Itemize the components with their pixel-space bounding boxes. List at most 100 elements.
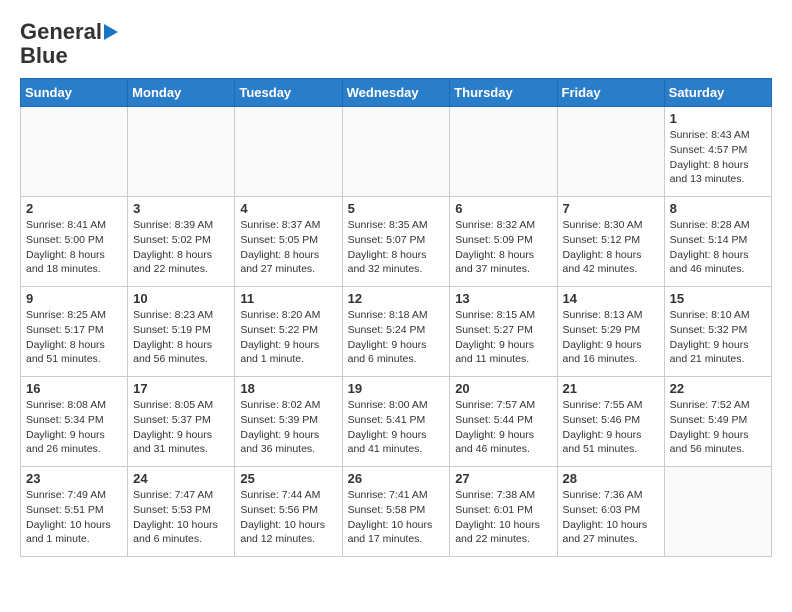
calendar-cell xyxy=(450,107,557,197)
day-number: 9 xyxy=(26,291,122,306)
day-number: 1 xyxy=(670,111,766,126)
calendar-table: SundayMondayTuesdayWednesdayThursdayFrid… xyxy=(20,78,772,557)
day-number: 23 xyxy=(26,471,122,486)
calendar-cell: 3Sunrise: 8:39 AM Sunset: 5:02 PM Daylig… xyxy=(128,197,235,287)
day-of-week-header: Saturday xyxy=(664,79,771,107)
calendar-cell: 5Sunrise: 8:35 AM Sunset: 5:07 PM Daylig… xyxy=(342,197,450,287)
calendar-cell: 12 Sunrise: 8:18 AM Sunset: 5:24 PM Dayli… xyxy=(342,287,450,377)
day-number: 18 xyxy=(240,381,336,396)
calendar-cell xyxy=(557,107,664,197)
calendar-header-row: SundayMondayTuesdayWednesdayThursdayFrid… xyxy=(21,79,772,107)
calendar-week-row: 9 Sunrise: 8:25 AM Sunset: 5:17 PM Daylig… xyxy=(21,287,772,377)
day-number: 26 xyxy=(348,471,445,486)
calendar-cell: 4Sunrise: 8:37 AM Sunset: 5:05 PM Daylig… xyxy=(235,197,342,287)
day-info: Sunrise: 8:15 AM Sunset: 5:27 PM Dayligh… xyxy=(455,308,551,367)
day-info: Sunrise: 8:41 AM Sunset: 5:00 PM Dayligh… xyxy=(26,218,122,277)
calendar-cell: 21Sunrise: 7:55 AM Sunset: 5:46 PM Dayli… xyxy=(557,377,664,467)
day-number: 14 xyxy=(563,291,659,306)
logo-general: General xyxy=(20,20,102,44)
day-info: Sunrise: 8:02 AM Sunset: 5:39 PM Dayligh… xyxy=(240,398,336,457)
day-number: 20 xyxy=(455,381,551,396)
day-info: Sunrise: 7:36 AM Sunset: 6:03 PM Dayligh… xyxy=(563,488,659,547)
day-of-week-header: Friday xyxy=(557,79,664,107)
day-info: Sunrise: 7:47 AM Sunset: 5:53 PM Dayligh… xyxy=(133,488,229,547)
calendar-cell: 28 Sunrise: 7:36 AM Sunset: 6:03 PM Dayli… xyxy=(557,467,664,557)
calendar-cell: 7Sunrise: 8:30 AM Sunset: 5:12 PM Daylig… xyxy=(557,197,664,287)
calendar-cell: 20 Sunrise: 7:57 AM Sunset: 5:44 PM Dayli… xyxy=(450,377,557,467)
day-info: Sunrise: 8:00 AM Sunset: 5:41 PM Dayligh… xyxy=(348,398,445,457)
calendar-cell: 17 Sunrise: 8:05 AM Sunset: 5:37 PM Dayli… xyxy=(128,377,235,467)
page-header: General Blue xyxy=(20,20,772,68)
day-info: Sunrise: 8:08 AM Sunset: 5:34 PM Dayligh… xyxy=(26,398,122,457)
day-info: Sunrise: 8:35 AM Sunset: 5:07 PM Dayligh… xyxy=(348,218,445,277)
day-number: 24 xyxy=(133,471,229,486)
day-info: Sunrise: 8:18 AM Sunset: 5:24 PM Dayligh… xyxy=(348,308,445,367)
calendar-week-row: 16 Sunrise: 8:08 AM Sunset: 5:34 PM Dayli… xyxy=(21,377,772,467)
day-info: Sunrise: 8:30 AM Sunset: 5:12 PM Dayligh… xyxy=(563,218,659,277)
day-info: Sunrise: 7:49 AM Sunset: 5:51 PM Dayligh… xyxy=(26,488,122,547)
calendar-cell: 9 Sunrise: 8:25 AM Sunset: 5:17 PM Daylig… xyxy=(21,287,128,377)
day-info: Sunrise: 8:05 AM Sunset: 5:37 PM Dayligh… xyxy=(133,398,229,457)
day-info: Sunrise: 8:10 AM Sunset: 5:32 PM Dayligh… xyxy=(670,308,766,367)
calendar-cell: 15 Sunrise: 8:10 AM Sunset: 5:32 PM Dayli… xyxy=(664,287,771,377)
day-number: 15 xyxy=(670,291,766,306)
day-number: 28 xyxy=(563,471,659,486)
calendar-cell: 26 Sunrise: 7:41 AM Sunset: 5:58 PM Dayli… xyxy=(342,467,450,557)
day-info: Sunrise: 7:41 AM Sunset: 5:58 PM Dayligh… xyxy=(348,488,445,547)
logo-blue: Blue xyxy=(20,44,68,68)
day-number: 16 xyxy=(26,381,122,396)
day-info: Sunrise: 8:32 AM Sunset: 5:09 PM Dayligh… xyxy=(455,218,551,277)
day-of-week-header: Monday xyxy=(128,79,235,107)
day-info: Sunrise: 7:44 AM Sunset: 5:56 PM Dayligh… xyxy=(240,488,336,547)
calendar-cell: 19 Sunrise: 8:00 AM Sunset: 5:41 PM Dayli… xyxy=(342,377,450,467)
day-info: Sunrise: 8:43 AM Sunset: 4:57 PM Dayligh… xyxy=(670,128,766,187)
day-info: Sunrise: 8:23 AM Sunset: 5:19 PM Dayligh… xyxy=(133,308,229,367)
day-info: Sunrise: 8:13 AM Sunset: 5:29 PM Dayligh… xyxy=(563,308,659,367)
day-of-week-header: Sunday xyxy=(21,79,128,107)
calendar-cell xyxy=(128,107,235,197)
calendar-week-row: 1 Sunrise: 8:43 AM Sunset: 4:57 PM Daylig… xyxy=(21,107,772,197)
day-number: 10 xyxy=(133,291,229,306)
logo-arrow-icon xyxy=(104,24,118,40)
day-number: 13 xyxy=(455,291,551,306)
calendar-week-row: 2Sunrise: 8:41 AM Sunset: 5:00 PM Daylig… xyxy=(21,197,772,287)
day-info: Sunrise: 7:52 AM Sunset: 5:49 PM Dayligh… xyxy=(670,398,766,457)
day-info: Sunrise: 8:25 AM Sunset: 5:17 PM Dayligh… xyxy=(26,308,122,367)
calendar-cell xyxy=(235,107,342,197)
day-number: 17 xyxy=(133,381,229,396)
calendar-cell: 24 Sunrise: 7:47 AM Sunset: 5:53 PM Dayli… xyxy=(128,467,235,557)
day-number: 6 xyxy=(455,201,551,216)
calendar-cell: 2Sunrise: 8:41 AM Sunset: 5:00 PM Daylig… xyxy=(21,197,128,287)
day-info: Sunrise: 7:38 AM Sunset: 6:01 PM Dayligh… xyxy=(455,488,551,547)
day-number: 22 xyxy=(670,381,766,396)
day-number: 27 xyxy=(455,471,551,486)
calendar-cell: 10 Sunrise: 8:23 AM Sunset: 5:19 PM Dayli… xyxy=(128,287,235,377)
day-number: 8 xyxy=(670,201,766,216)
day-number: 19 xyxy=(348,381,445,396)
calendar-cell: 23 Sunrise: 7:49 AM Sunset: 5:51 PM Dayli… xyxy=(21,467,128,557)
day-info: Sunrise: 8:28 AM Sunset: 5:14 PM Dayligh… xyxy=(670,218,766,277)
day-info: Sunrise: 7:57 AM Sunset: 5:44 PM Dayligh… xyxy=(455,398,551,457)
calendar-cell: 25 Sunrise: 7:44 AM Sunset: 5:56 PM Dayli… xyxy=(235,467,342,557)
calendar-cell xyxy=(664,467,771,557)
day-of-week-header: Thursday xyxy=(450,79,557,107)
calendar-week-row: 23 Sunrise: 7:49 AM Sunset: 5:51 PM Dayli… xyxy=(21,467,772,557)
calendar-cell: 22 Sunrise: 7:52 AM Sunset: 5:49 PM Dayli… xyxy=(664,377,771,467)
day-number: 11 xyxy=(240,291,336,306)
day-number: 12 xyxy=(348,291,445,306)
day-info: Sunrise: 7:55 AM Sunset: 5:46 PM Dayligh… xyxy=(563,398,659,457)
calendar-cell: 1 Sunrise: 8:43 AM Sunset: 4:57 PM Daylig… xyxy=(664,107,771,197)
calendar-cell: 27 Sunrise: 7:38 AM Sunset: 6:01 PM Dayli… xyxy=(450,467,557,557)
calendar-cell xyxy=(342,107,450,197)
day-number: 25 xyxy=(240,471,336,486)
logo: General Blue xyxy=(20,20,118,68)
calendar-cell: 6 Sunrise: 8:32 AM Sunset: 5:09 PM Daylig… xyxy=(450,197,557,287)
calendar-cell: 18 Sunrise: 8:02 AM Sunset: 5:39 PM Dayli… xyxy=(235,377,342,467)
day-info: Sunrise: 8:39 AM Sunset: 5:02 PM Dayligh… xyxy=(133,218,229,277)
day-of-week-header: Wednesday xyxy=(342,79,450,107)
calendar-cell: 14 Sunrise: 8:13 AM Sunset: 5:29 PM Dayli… xyxy=(557,287,664,377)
day-info: Sunrise: 8:20 AM Sunset: 5:22 PM Dayligh… xyxy=(240,308,336,367)
day-number: 4 xyxy=(240,201,336,216)
calendar-cell xyxy=(21,107,128,197)
day-of-week-header: Tuesday xyxy=(235,79,342,107)
